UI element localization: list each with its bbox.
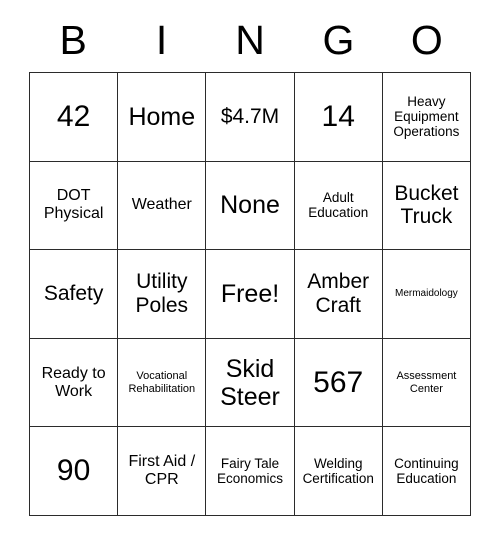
header-letter-g: G (322, 16, 355, 63)
bingo-cell-label: Welding Certification (302, 456, 374, 487)
bingo-cell[interactable]: None (206, 161, 295, 251)
bingo-row: Ready to Work Vocational Rehabilitation … (30, 338, 472, 428)
bingo-cell-label: Utility Poles (135, 270, 189, 317)
bingo-cell[interactable]: Skid Steer (206, 338, 295, 428)
bingo-cell[interactable]: Safety (30, 250, 119, 339)
bingo-cell-label: Vocational Rehabilitation (128, 370, 196, 395)
bingo-cell-label: 14 (321, 100, 355, 133)
bingo-cell-label: Skid Steer (220, 354, 280, 411)
bingo-cell[interactable]: Continuing Education (382, 427, 472, 516)
bingo-cell[interactable]: Assessment Center (382, 338, 472, 428)
bingo-cell-label: Home (128, 102, 196, 131)
bingo-cell[interactable]: Weather (118, 161, 207, 251)
bingo-cell-label: DOT Physical (43, 187, 104, 223)
bingo-cell-label: Bucket Truck (394, 181, 459, 229)
bingo-cell[interactable]: 14 (294, 73, 383, 162)
bingo-header: B I N G O (29, 8, 471, 72)
bingo-cell[interactable]: Welding Certification (294, 427, 383, 516)
bingo-cell[interactable]: Heavy Equipment Operations (382, 73, 472, 162)
bingo-grid: 42 Home $4.7M 14 Heavy Equipment Operati… (29, 72, 472, 516)
bingo-cell[interactable]: Adult Education (294, 161, 383, 251)
bingo-cell-label: Heavy Equipment Operations (393, 94, 460, 140)
bingo-cell-label: Safety (43, 282, 104, 306)
bingo-cell-label: Mermaidology (395, 288, 458, 300)
bingo-cell-label: Ready to Work (41, 364, 106, 400)
bingo-cell-label: Weather (131, 196, 192, 214)
bingo-cell-label: Amber Craft (307, 270, 370, 317)
bingo-cell[interactable]: Bucket Truck (382, 161, 472, 251)
bingo-cell-label: None (220, 191, 280, 220)
bingo-cell-label: Assessment Center (396, 370, 457, 395)
bingo-cell-label: 42 (56, 100, 91, 133)
header-letter-o: O (410, 16, 443, 63)
bingo-cell-label: Adult Education (308, 190, 369, 221)
bingo-cell-label: Free! (220, 279, 280, 308)
bingo-cell[interactable]: Utility Poles (118, 250, 207, 339)
bingo-cell[interactable]: Ready to Work (30, 338, 119, 428)
bingo-cell-label: Fairy Tale Economics (216, 456, 284, 487)
bingo-cell-free-space[interactable]: Free! (206, 250, 295, 339)
bingo-row: 42 Home $4.7M 14 Heavy Equipment Operati… (30, 73, 472, 162)
bingo-row: 90 First Aid / CPR Fairy Tale Economics … (30, 427, 472, 516)
bingo-card: B I N G O 42 Home $4.7M 14 Heavy Equipme… (29, 8, 472, 516)
bingo-cell-label: 567 (313, 365, 364, 399)
bingo-cell[interactable]: DOT Physical (30, 161, 119, 251)
header-letter-b: B (59, 16, 87, 63)
bingo-cell[interactable]: Home (118, 73, 207, 162)
bingo-row: DOT Physical Weather None Adult Educatio… (30, 161, 472, 251)
bingo-cell[interactable]: Mermaidology (382, 250, 472, 339)
bingo-row: Safety Utility Poles Free! Amber Craft M… (30, 250, 472, 339)
bingo-cell-label: $4.7M (220, 105, 280, 129)
bingo-cell[interactable]: 42 (30, 73, 119, 162)
bingo-cell-label: 90 (56, 454, 91, 488)
bingo-cell[interactable]: 567 (294, 338, 383, 428)
bingo-cell[interactable]: Amber Craft (294, 250, 383, 339)
bingo-cell[interactable]: First Aid / CPR (118, 427, 207, 516)
bingo-cell[interactable]: Vocational Rehabilitation (118, 338, 207, 428)
bingo-cell-label: First Aid / CPR (128, 453, 196, 489)
bingo-cell[interactable]: Fairy Tale Economics (206, 427, 295, 516)
bingo-cell[interactable]: 90 (30, 427, 119, 516)
header-letter-n: N (235, 16, 265, 63)
header-letter-i: I (155, 16, 168, 63)
bingo-cell[interactable]: $4.7M (206, 73, 295, 162)
bingo-cell-label: Continuing Education (394, 456, 459, 487)
